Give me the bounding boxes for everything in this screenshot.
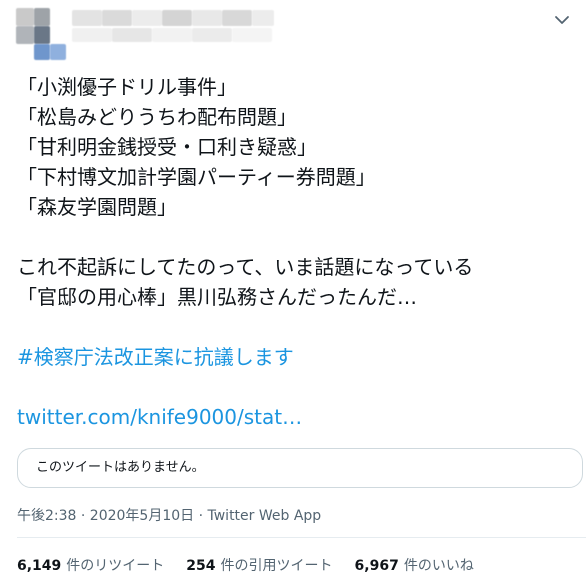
- handle-blur-block: [152, 28, 192, 42]
- name-blur-block: [192, 10, 222, 26]
- tweet-line: 「小渕優子ドリル事件」: [17, 75, 237, 99]
- tweet-line: これ不起訴にしてたのって、いま話題になっている: [17, 255, 474, 279]
- divider: [17, 537, 586, 538]
- avatar-blur-block: [16, 8, 34, 26]
- quote-tweet-count: 254: [186, 558, 216, 574]
- name-blur-block: [162, 10, 192, 26]
- tweet-line: 「下村博文加計学園パーティー券問題」: [17, 165, 376, 189]
- quoted-tweet-unavailable-text: このツイートはありません。: [36, 460, 205, 475]
- tweet-line: 「森友学園問題」: [17, 195, 177, 219]
- retweet-stat[interactable]: 6,149 件のリツイート: [17, 555, 164, 575]
- url-link[interactable]: twitter.com/knife9000/stat…: [17, 402, 577, 432]
- avatar-blur-block: [16, 26, 34, 44]
- avatar-blur-block: [34, 44, 50, 60]
- tweet-line: 「官邸の用心棒」黒川弘務さんだったんだ…: [17, 285, 417, 309]
- tweet-stats: 6,149 件のリツイート 254 件の引用ツイート 6,967 件のいいね: [17, 555, 474, 575]
- tweet-line: 「甘利明金銭授受・口利き疑惑」: [17, 135, 317, 159]
- name-blur-block: [132, 10, 162, 26]
- retweet-count: 6,149: [17, 558, 62, 574]
- quoted-tweet-card[interactable]: このツイートはありません。: [17, 448, 583, 488]
- tweet-timestamp[interactable]: 午後2:38 · 2020年5月10日 · Twitter Web App: [17, 505, 321, 525]
- like-count: 6,967: [354, 558, 399, 574]
- like-stat[interactable]: 6,967 件のいいね: [355, 555, 474, 575]
- tweet-line: 「松島みどりうちわ配布問題」: [17, 105, 297, 129]
- quote-tweet-stat[interactable]: 254 件の引用ツイート: [186, 555, 332, 575]
- retweet-label: 件のリツイート: [66, 558, 165, 574]
- quote-tweet-label: 件の引用ツイート: [220, 558, 333, 574]
- name-blur-block: [102, 10, 132, 26]
- handle-blur-block: [112, 28, 152, 42]
- chevron-down-icon[interactable]: [552, 10, 572, 30]
- handle-blur-block: [232, 28, 272, 42]
- tweet-spacer: [17, 372, 577, 402]
- avatar-blur-block: [34, 8, 50, 26]
- tweet-spacer: [17, 312, 577, 342]
- name-blur-block: [222, 10, 252, 26]
- like-label: 件のいいね: [403, 558, 474, 574]
- blurred-author-header: [14, 0, 274, 60]
- hashtag-link[interactable]: #検察庁法改正案に抗議します: [17, 342, 577, 372]
- handle-blur-block: [192, 28, 232, 42]
- avatar-blur-block: [34, 26, 50, 44]
- name-blur-block: [72, 10, 102, 26]
- handle-blur-block: [72, 28, 112, 42]
- name-blur-block: [252, 10, 274, 26]
- tweet-text: 「小渕優子ドリル事件」 「松島みどりうちわ配布問題」 「甘利明金銭授受・口利き疑…: [17, 72, 577, 432]
- avatar-blur-block: [50, 44, 66, 60]
